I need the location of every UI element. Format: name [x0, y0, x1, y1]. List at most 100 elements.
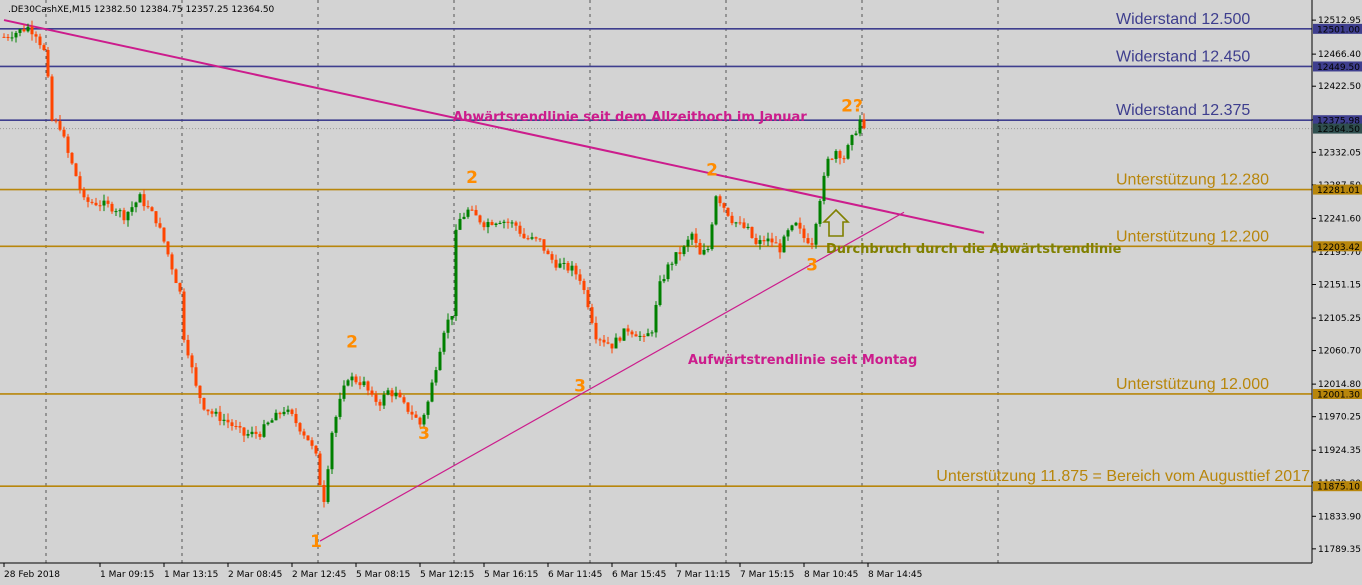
candle-body	[186, 339, 190, 356]
candle-body	[590, 307, 594, 323]
candle-body	[162, 227, 166, 242]
candle-body	[270, 420, 274, 423]
candle-body	[286, 409, 290, 412]
candle-body	[682, 246, 686, 255]
candle-body	[86, 197, 90, 202]
candle-body	[82, 189, 86, 198]
candle-body	[522, 233, 526, 239]
chart-svg[interactable]: Widerstand 12.500 Widerstand 12.450 Widers…	[0, 0, 1362, 585]
y-tick-label: 11924.35	[1318, 446, 1361, 456]
candle-body	[166, 241, 170, 255]
chart-window: Widerstand 12.500 Widerstand 12.450 Widers…	[0, 0, 1362, 585]
candle-body	[782, 236, 786, 253]
candle-body	[658, 281, 662, 305]
candle-body	[178, 283, 182, 292]
candle-body	[246, 434, 250, 436]
candle-body	[514, 222, 518, 226]
wave-label: 2	[346, 332, 358, 352]
candle-body	[810, 243, 814, 245]
level-label: Unterstützung 12.000	[1116, 376, 1269, 393]
candle-body	[118, 210, 122, 212]
candle-body	[274, 412, 278, 421]
candle-body	[386, 390, 390, 395]
candle-body	[46, 49, 50, 77]
candle-body	[38, 36, 42, 46]
candle-body	[258, 433, 262, 437]
candle-body	[90, 201, 94, 203]
candle-body	[382, 394, 386, 406]
candle-body	[854, 133, 858, 136]
candle-body	[398, 392, 402, 398]
candle-body	[254, 431, 258, 434]
candle-body	[502, 221, 506, 223]
candle-body	[298, 423, 302, 432]
candle-body	[370, 390, 374, 395]
candle-body	[574, 265, 578, 275]
level-price-tag-text: 12501.00	[1317, 25, 1360, 35]
candle-body	[702, 249, 706, 255]
level-price-tag-text: 12001.30	[1317, 390, 1360, 400]
candle-body	[342, 385, 346, 399]
candle-body	[34, 34, 38, 37]
candle-body	[486, 222, 490, 228]
candle-body	[442, 332, 446, 352]
candle-body	[798, 222, 802, 229]
candle-body	[674, 252, 678, 264]
y-tick-label: 12241.60	[1318, 214, 1361, 224]
candle-body	[414, 414, 418, 418]
candle-body	[190, 355, 194, 368]
candle-body	[410, 411, 414, 415]
candle-body	[802, 228, 806, 239]
candle-body	[846, 145, 850, 159]
candle-body	[130, 207, 134, 212]
candle-body	[470, 209, 474, 211]
y-tick-label: 12105.25	[1318, 314, 1361, 324]
candle-body	[294, 413, 298, 424]
candle-body	[706, 249, 710, 251]
candle-body	[206, 409, 210, 412]
candle-body	[582, 280, 586, 291]
y-tick-label: 12422.50	[1318, 82, 1361, 92]
candle-body	[314, 445, 318, 454]
candle-body	[14, 32, 18, 38]
level-label: Widerstand 12.500	[1116, 11, 1250, 28]
candle-body	[750, 226, 754, 238]
candle-body	[718, 196, 722, 204]
x-tick-label: 7 Mar 11:15	[676, 570, 730, 580]
x-tick-label: 7 Mar 15:15	[740, 570, 794, 580]
candle-body	[306, 435, 310, 441]
candle-body	[546, 250, 550, 255]
candle-body	[402, 397, 406, 403]
candle-body	[614, 337, 618, 349]
candle-body	[602, 339, 606, 343]
candle-body	[530, 237, 534, 239]
candle-body	[310, 440, 314, 446]
candle-body	[722, 203, 726, 208]
x-tick-label: 2 Mar 12:45	[292, 570, 346, 580]
candle-body	[350, 376, 354, 381]
candle-body	[734, 222, 738, 224]
candle-body	[794, 222, 798, 226]
candle-body	[710, 224, 714, 250]
candle-body	[114, 211, 118, 213]
candle-body	[622, 328, 626, 341]
candle-body	[146, 206, 150, 208]
wave-label: 3	[806, 256, 818, 276]
candle-body	[202, 397, 206, 410]
candle-body	[842, 158, 846, 160]
candle-body	[6, 36, 10, 38]
downtrend-label: Abwärtsrendlinie seit dem Allzeithoch im…	[453, 110, 807, 125]
x-tick-label: 6 Mar 11:45	[548, 570, 602, 580]
candle-body	[838, 151, 842, 159]
candle-body	[438, 351, 442, 371]
candle-body	[618, 337, 622, 341]
candle-body	[210, 411, 214, 414]
candle-body	[98, 205, 102, 207]
level-label: Unterstützung 12.200	[1116, 228, 1269, 245]
candle-body	[110, 203, 114, 212]
candle-body	[646, 333, 650, 337]
wave-label: 3	[418, 424, 430, 444]
candle-body	[830, 158, 834, 160]
candle-body	[450, 316, 454, 320]
candle-body	[174, 269, 178, 284]
